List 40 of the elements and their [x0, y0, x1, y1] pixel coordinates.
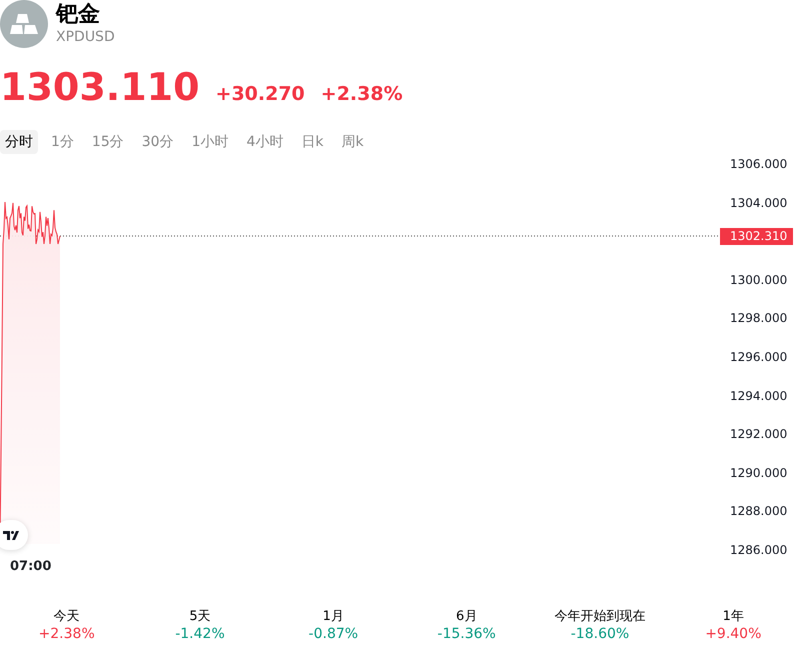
price-axis-label: 1294.000: [730, 388, 788, 403]
price-axis-label: 1292.000: [730, 427, 788, 442]
period-change: +9.40%: [705, 626, 762, 642]
period-label: 今天: [54, 609, 80, 624]
interval-tab[interactable]: 1小时: [186, 130, 234, 154]
price-axis-label: 1300.000: [730, 272, 788, 287]
period-change: -18.60%: [570, 626, 630, 642]
period-label: 今年开始到现在: [554, 609, 646, 624]
price-axis-label: 1296.000: [730, 350, 788, 364]
interval-tab[interactable]: 周k: [336, 130, 369, 154]
period-change: -0.87%: [308, 626, 358, 642]
price-axis-label: 1304.000: [730, 196, 788, 210]
time-axis-label: 07:00: [10, 559, 52, 574]
instrument-symbol: XPDUSD: [56, 28, 115, 46]
current-price-label: 1302.310: [720, 228, 793, 245]
period-change: +2.38%: [38, 626, 95, 642]
period-label: 1月: [322, 609, 344, 624]
interval-tab[interactable]: 30分: [136, 130, 179, 154]
interval-tab[interactable]: 4小时: [242, 130, 288, 154]
interval-tab[interactable]: 15分: [86, 130, 129, 154]
chart-logo-button[interactable]: [0, 520, 28, 550]
period-label: 6月: [456, 609, 478, 624]
last-price: 1303.110: [0, 64, 200, 110]
interval-tab[interactable]: 分时: [0, 130, 38, 154]
period-label: 1年: [722, 609, 744, 624]
period-label: 5天: [189, 609, 211, 624]
interval-tab[interactable]: 日k: [296, 130, 329, 154]
price-axis-label: 1286.000: [730, 542, 788, 554]
period-change: -1.42%: [175, 626, 225, 642]
bullion-icon: [9, 13, 39, 35]
price-axis-label: 1306.000: [730, 157, 788, 171]
price-axis-label: 1298.000: [730, 311, 788, 326]
period-change: -15.36%: [437, 626, 496, 642]
interval-tab[interactable]: 1分: [46, 130, 79, 154]
price-change: +30.270: [216, 82, 305, 107]
price-axis-label: 1288.000: [730, 504, 788, 518]
instrument-name: 钯金: [56, 2, 101, 28]
logo-icon: [3, 530, 19, 540]
percent-change: +2.38%: [320, 82, 403, 107]
price-axis-label: 1290.000: [730, 466, 788, 480]
